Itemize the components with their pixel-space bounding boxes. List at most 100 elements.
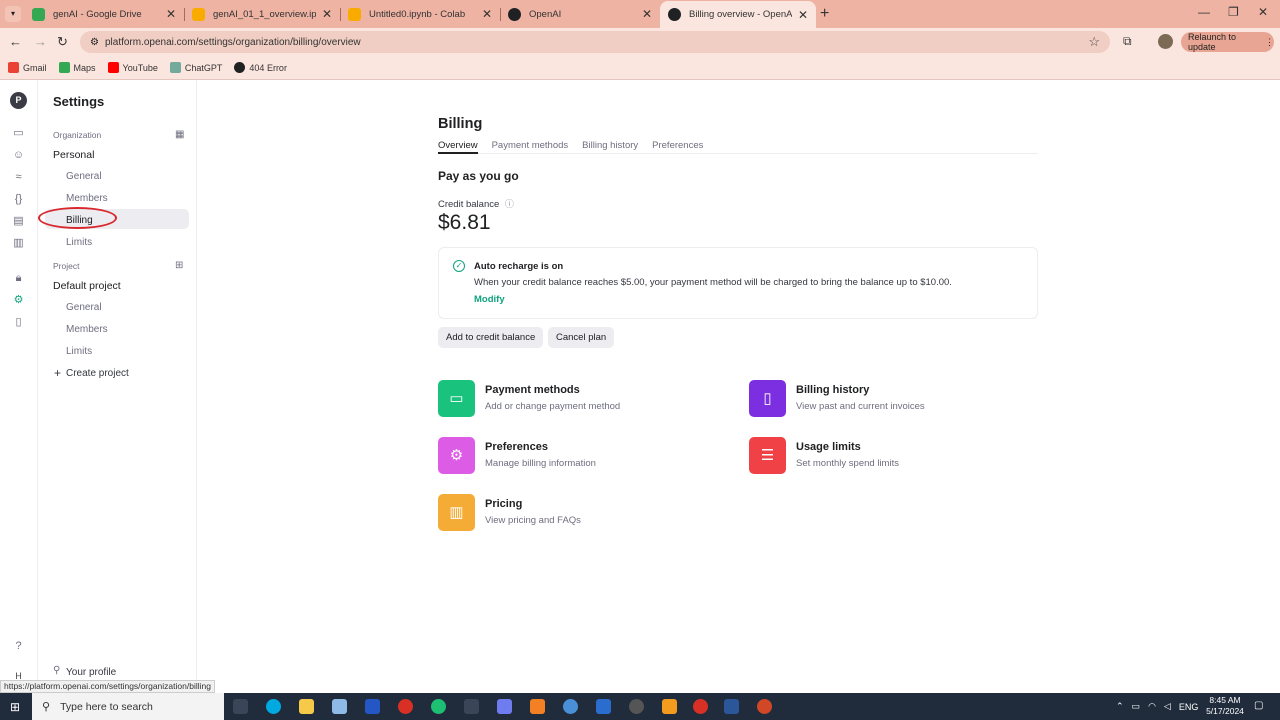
- tab-search-button[interactable]: ▾: [5, 6, 21, 22]
- extensions-icon[interactable]: ⧉: [1123, 34, 1132, 49]
- help-icon[interactable]: ?: [12, 640, 25, 653]
- apps-grid-icon[interactable]: [464, 699, 479, 714]
- minimize-icon[interactable]: —: [1198, 5, 1210, 19]
- taskbar-search[interactable]: ⚲ Type here to search: [32, 693, 224, 720]
- relaunch-label: Relaunch to update: [1188, 32, 1237, 52]
- app-icon[interactable]: [332, 699, 347, 714]
- sidebar-item-general[interactable]: General: [66, 171, 102, 182]
- card-payment-methods[interactable]: ▭ Payment methods Add or change payment …: [438, 380, 738, 420]
- language-indicator[interactable]: ENG: [1179, 702, 1199, 712]
- word-icon[interactable]: [724, 699, 739, 714]
- tab-preferences[interactable]: Preferences: [652, 140, 703, 154]
- browser-tab[interactable]: OpenAI ✕: [500, 2, 660, 26]
- assistants-icon[interactable]: ☺: [12, 149, 25, 162]
- usage-icon[interactable]: ▥: [12, 237, 25, 250]
- close-icon[interactable]: ✕: [482, 7, 492, 21]
- chrome-active-icon[interactable]: [693, 699, 708, 714]
- browser-tab[interactable]: Untitled0.ipynb - Colab ✕: [340, 2, 500, 26]
- settings-gear-icon[interactable]: ⚙: [12, 294, 25, 307]
- app-icon[interactable]: [563, 699, 578, 714]
- card-billing-history[interactable]: ▯ Billing history View past and current …: [749, 380, 1049, 420]
- sidebar-item-project-limits[interactable]: Limits: [66, 346, 92, 357]
- sidebar-item-limits[interactable]: Limits: [66, 237, 92, 248]
- forward-icon[interactable]: →: [34, 34, 47, 49]
- chevron-up-icon[interactable]: ⌃: [1116, 701, 1124, 712]
- grid-icon[interactable]: ⊞: [175, 260, 183, 271]
- file-explorer-icon[interactable]: [299, 699, 314, 714]
- new-tab-button[interactable]: +: [820, 5, 829, 23]
- browser-tab[interactable]: genAI_01_1_overview.ipynb - C ✕: [184, 2, 340, 26]
- windows-start-icon[interactable]: ⊞: [8, 700, 22, 714]
- tab-payment-methods[interactable]: Payment methods: [492, 140, 569, 154]
- card-pricing[interactable]: ▥ Pricing View pricing and FAQs: [438, 494, 738, 534]
- chrome-icon[interactable]: [398, 699, 413, 714]
- chatgpt-icon: [169, 62, 181, 73]
- batches-icon[interactable]: {}: [12, 193, 25, 206]
- your-profile-link[interactable]: Your profile: [66, 667, 116, 678]
- status-bar-url: https://platform.openai.com/settings/org…: [0, 680, 215, 693]
- volume-icon[interactable]: ◁: [1164, 701, 1171, 712]
- wifi-icon[interactable]: ◠: [1148, 701, 1156, 712]
- relaunch-button[interactable]: Relaunch to update ⋮: [1181, 32, 1274, 52]
- fine-tuning-icon[interactable]: ≈: [12, 171, 25, 184]
- card-preferences[interactable]: ⚙ Preferences Manage billing information: [438, 437, 738, 477]
- bing-icon[interactable]: [596, 699, 611, 714]
- sidebar-item-members[interactable]: Members: [66, 193, 108, 204]
- browser-tab[interactable]: genAI - Google Drive ✕: [24, 2, 184, 26]
- bookmark-404[interactable]: 404 Error: [234, 62, 287, 73]
- organization-section-label: Organization: [53, 130, 102, 140]
- info-icon[interactable]: ⓘ: [505, 199, 514, 209]
- person-icon: ⚲: [53, 665, 61, 676]
- browser-tab-active[interactable]: Billing overview - OpenAI API ✕: [660, 1, 816, 28]
- org-name[interactable]: Personal: [53, 149, 94, 161]
- tab-overview[interactable]: Overview: [438, 140, 478, 154]
- cancel-plan-button[interactable]: Cancel plan: [548, 327, 615, 348]
- close-icon[interactable]: ✕: [798, 8, 808, 22]
- close-icon[interactable]: ✕: [322, 7, 332, 21]
- close-window-icon[interactable]: ✕: [1258, 5, 1268, 19]
- app-icon[interactable]: [662, 699, 677, 714]
- bookmark-youtube[interactable]: YouTube: [107, 62, 158, 73]
- task-view-icon[interactable]: [233, 699, 248, 714]
- bookmark-label: Maps: [73, 62, 96, 73]
- notification-icon[interactable]: ▢: [1254, 700, 1263, 711]
- create-project-link[interactable]: Create project: [66, 368, 129, 379]
- card-usage-limits[interactable]: ☰ Usage limits Set monthly spend limits: [749, 437, 1049, 477]
- profile-avatar[interactable]: [1158, 34, 1173, 49]
- close-icon[interactable]: ✕: [642, 7, 652, 21]
- powerpoint-icon[interactable]: [757, 699, 772, 714]
- building-icon[interactable]: ▦: [175, 129, 184, 140]
- restore-icon[interactable]: ❐: [1228, 5, 1239, 19]
- sidebar-item-project-general[interactable]: General: [66, 302, 102, 313]
- skype-icon[interactable]: [266, 699, 281, 714]
- docs-icon[interactable]: ▯: [12, 316, 25, 329]
- app-icon[interactable]: [629, 699, 644, 714]
- more-vert-icon[interactable]: ⋮: [1265, 37, 1274, 48]
- org-avatar[interactable]: P: [10, 92, 27, 109]
- sidebar-item-project-members[interactable]: Members: [66, 324, 108, 335]
- project-name[interactable]: Default project: [53, 280, 121, 292]
- site-info-icon[interactable]: ⚙: [90, 37, 99, 48]
- colab-icon: [348, 7, 361, 21]
- app-icon[interactable]: [530, 699, 545, 714]
- close-icon[interactable]: ✕: [166, 7, 176, 21]
- plus-icon[interactable]: +: [54, 366, 61, 380]
- address-bar[interactable]: ⚙ platform.openai.com/settings/organizat…: [80, 31, 1110, 53]
- tab-billing-history[interactable]: Billing history: [582, 140, 638, 154]
- back-icon[interactable]: ←: [9, 34, 22, 49]
- reload-icon[interactable]: ↻: [57, 34, 68, 50]
- playground-icon[interactable]: ▭: [12, 127, 25, 140]
- bookmark-chatgpt[interactable]: ChatGPT: [169, 62, 222, 73]
- app-icon[interactable]: [497, 699, 512, 714]
- battery-icon[interactable]: ▭: [1132, 701, 1141, 712]
- add-credit-button[interactable]: Add to credit balance: [438, 327, 544, 348]
- lock-icon[interactable]: 🔒︎: [12, 272, 25, 285]
- modify-link[interactable]: Modify: [474, 294, 505, 305]
- bookmark-maps[interactable]: Maps: [58, 62, 96, 73]
- app-icon[interactable]: [365, 699, 380, 714]
- edge-icon[interactable]: [431, 699, 446, 714]
- bookmark-gmail[interactable]: Gmail: [8, 62, 47, 73]
- storage-icon[interactable]: ▤: [12, 215, 25, 228]
- taskbar-clock[interactable]: 8:45 AM 5/17/2024: [1200, 695, 1250, 717]
- bookmark-star-icon[interactable]: ☆: [1088, 34, 1100, 50]
